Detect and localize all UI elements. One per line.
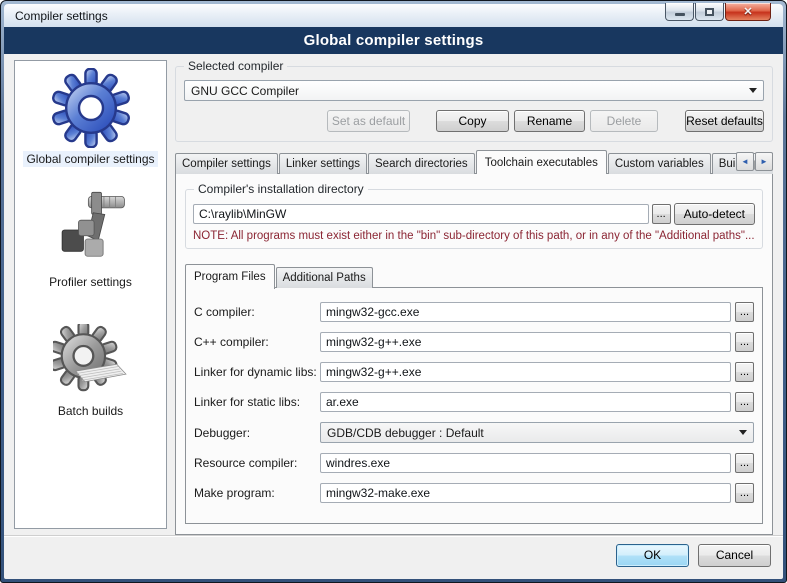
- debugger-select-value: GDB/CDB debugger : Default: [327, 426, 733, 440]
- debugger-label: Debugger:: [194, 426, 316, 440]
- dialog-content: Global compiler settings: [4, 54, 783, 535]
- installation-directory-input[interactable]: [193, 204, 649, 224]
- sidebar-item-label: Profiler settings: [46, 274, 135, 290]
- tab-scrollers: ◄ ►: [736, 152, 773, 171]
- compiler-settings-dialog: Compiler settings ✕ Global compiler sett…: [0, 0, 787, 583]
- c-compiler-label: C compiler:: [194, 305, 316, 319]
- subtab-additional-paths[interactable]: Additional Paths: [276, 267, 373, 288]
- maximize-icon: [705, 8, 714, 16]
- resource-compiler-browse-button[interactable]: ...: [735, 453, 754, 473]
- installation-note: NOTE: All programs must exist either in …: [193, 230, 755, 242]
- compiler-actions: Set as default Copy Rename Delete Reset …: [184, 110, 764, 132]
- group-caption: Selected compiler: [184, 59, 287, 73]
- window-title: Compiler settings: [15, 9, 108, 23]
- window-controls: ✕: [665, 3, 771, 21]
- linker-dynamic-label: Linker for dynamic libs:: [194, 365, 316, 379]
- auto-detect-button[interactable]: Auto-detect: [674, 203, 755, 225]
- c-compiler-browse-button[interactable]: ...: [735, 302, 754, 322]
- chevron-down-icon: [749, 88, 757, 93]
- arrow-left-icon: ◄: [741, 157, 749, 166]
- tab-scroll-right-button[interactable]: ►: [755, 152, 773, 171]
- cancel-button[interactable]: Cancel: [698, 544, 771, 567]
- toolchain-executables-page: Compiler's installation directory ... Au…: [175, 173, 773, 535]
- maximize-button[interactable]: [695, 3, 724, 21]
- tab-compiler-settings[interactable]: Compiler settings: [175, 153, 278, 174]
- subtab-program-files[interactable]: Program Files: [185, 264, 275, 289]
- settings-category-list: Global compiler settings: [14, 60, 167, 529]
- make-program-input[interactable]: [320, 483, 731, 503]
- linker-dynamic-input[interactable]: [320, 362, 731, 382]
- programs-notebook: Program Files Additional Paths C compile…: [185, 263, 763, 526]
- tab-linker-settings[interactable]: Linker settings: [279, 153, 367, 174]
- make-program-label: Make program:: [194, 486, 316, 500]
- sidebar-item-batch-builds[interactable]: Batch builds: [53, 324, 129, 419]
- linker-static-label: Linker for static libs:: [194, 395, 316, 409]
- linker-static-input[interactable]: [320, 392, 731, 412]
- sidebar-item-label: Global compiler settings: [23, 151, 157, 167]
- dialog-footer: OK Cancel: [4, 535, 783, 579]
- installation-directory-group: Compiler's installation directory ... Au…: [185, 189, 763, 249]
- tab-search-directories[interactable]: Search directories: [368, 153, 475, 174]
- group-caption: Compiler's installation directory: [194, 182, 368, 196]
- delete-button[interactable]: Delete: [590, 110, 658, 132]
- tab-custom-variables[interactable]: Custom variables: [608, 153, 711, 174]
- linker-dynamic-browse-button[interactable]: ...: [735, 362, 754, 382]
- debugger-select[interactable]: GDB/CDB debugger : Default: [320, 422, 754, 443]
- sidebar-item-profiler-settings[interactable]: Profiler settings: [46, 189, 135, 290]
- cpp-compiler-browse-button[interactable]: ...: [735, 332, 754, 352]
- page-title: Global compiler settings: [304, 32, 484, 49]
- rename-button[interactable]: Rename: [514, 110, 585, 132]
- minimize-button[interactable]: [665, 3, 694, 21]
- programs-subtab-strip: Program Files Additional Paths: [185, 263, 763, 288]
- selected-compiler-group: Selected compiler GNU GCC Compiler Set a…: [175, 66, 773, 142]
- tab-scroll-left-button[interactable]: ◄: [736, 152, 754, 171]
- c-compiler-input[interactable]: [320, 302, 731, 322]
- cpp-compiler-label: C++ compiler:: [194, 335, 316, 349]
- tab-toolchain-executables[interactable]: Toolchain executables: [476, 150, 607, 174]
- reset-defaults-button[interactable]: Reset defaults: [685, 110, 764, 132]
- compiler-select[interactable]: GNU GCC Compiler: [184, 80, 764, 101]
- ok-button[interactable]: OK: [616, 544, 689, 567]
- resource-compiler-label: Resource compiler:: [194, 456, 316, 470]
- resource-compiler-input[interactable]: [320, 453, 731, 473]
- set-as-default-button[interactable]: Set as default: [327, 110, 410, 132]
- sidebar-item-label: Batch builds: [55, 403, 126, 419]
- dialog-header: Global compiler settings: [4, 27, 783, 54]
- installation-directory-browse-button[interactable]: ...: [652, 204, 671, 224]
- close-button[interactable]: ✕: [725, 3, 771, 21]
- cpp-compiler-input[interactable]: [320, 332, 731, 352]
- close-icon: ✕: [743, 5, 752, 18]
- installation-path-row: ... Auto-detect: [193, 203, 755, 225]
- copy-button[interactable]: Copy: [436, 110, 509, 132]
- arrow-right-icon: ►: [760, 157, 768, 166]
- chevron-down-icon: [739, 430, 747, 435]
- make-program-browse-button[interactable]: ...: [735, 483, 754, 503]
- main-panel: Selected compiler GNU GCC Compiler Set a…: [175, 60, 773, 535]
- linker-static-browse-button[interactable]: ...: [735, 392, 754, 412]
- minimize-icon: [675, 13, 685, 16]
- blue-gear-icon: [51, 68, 131, 148]
- settings-tab-strip: Compiler settings Linker settings Search…: [175, 148, 773, 174]
- gray-gear-stack-icon: [53, 324, 129, 400]
- caliper-tool-icon: [49, 189, 131, 271]
- dialog-body: Global compiler settings: [4, 54, 783, 579]
- program-files-page: C compiler: ... C++ compiler: ... Linker…: [185, 287, 763, 524]
- compiler-select-value: GNU GCC Compiler: [191, 84, 743, 98]
- sidebar-item-global-compiler-settings[interactable]: Global compiler settings: [23, 68, 157, 167]
